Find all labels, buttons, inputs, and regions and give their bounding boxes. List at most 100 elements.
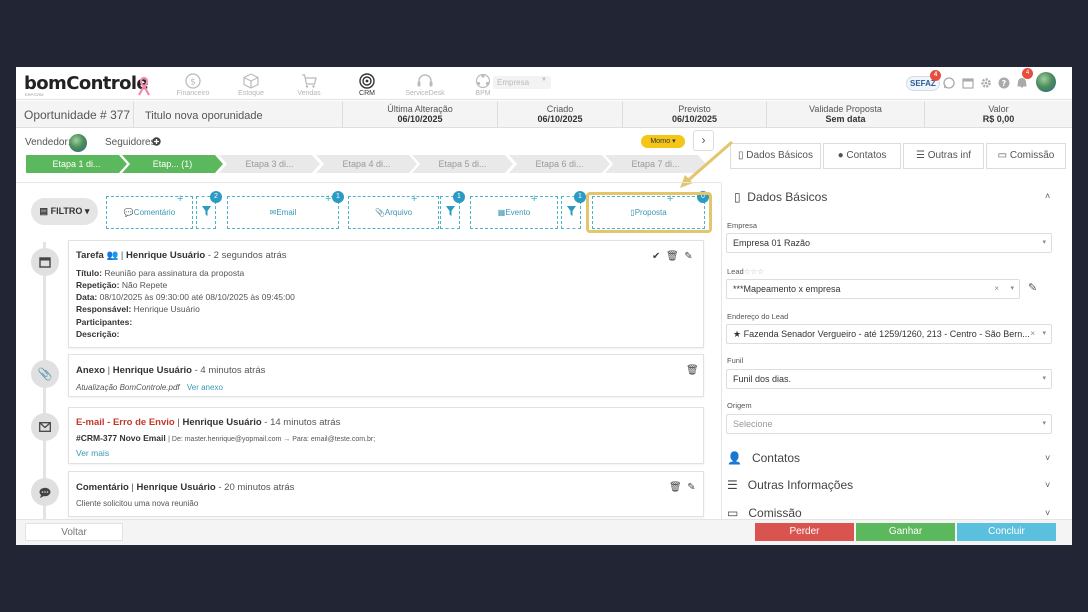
seller-avatar[interactable] bbox=[69, 134, 87, 152]
stage-2[interactable]: Etap... (1) bbox=[122, 155, 223, 173]
email-card: E-mail - Erro de Envio | Henrique Usuári… bbox=[68, 407, 704, 464]
add-email-button[interactable]: + ✉Email 1 bbox=[227, 191, 344, 229]
edit-icon[interactable]: ✎ bbox=[684, 251, 692, 262]
brand-logo[interactable]: bomControle bbox=[24, 73, 149, 94]
trash-icon[interactable]: 🗑 bbox=[669, 482, 682, 493]
validity-cell[interactable]: Validade Proposta Sem data bbox=[767, 101, 925, 128]
comment-type: Comentário bbox=[76, 482, 129, 493]
task-field: Data: 08/10/2025 às 09:30:00 até 08/10/2… bbox=[76, 292, 295, 302]
module-estoque[interactable]: Estoque bbox=[222, 67, 280, 100]
stage-4[interactable]: Etapa 4 di... bbox=[316, 155, 417, 173]
email-time: - 14 minutos atrás bbox=[264, 417, 341, 428]
chevron-down-icon[interactable]: ˅ bbox=[1045, 480, 1050, 490]
tab-contatos[interactable]: ● Contatos bbox=[823, 143, 901, 169]
help-icon[interactable]: ? bbox=[998, 77, 1010, 89]
add-file-button[interactable]: + 📎Arquivo bbox=[348, 194, 439, 229]
user-icon: 👤 bbox=[727, 451, 742, 465]
stage-3[interactable]: Etapa 3 di... bbox=[219, 155, 320, 173]
filter-button[interactable]: ▤ FILTRO ▾ bbox=[31, 198, 98, 225]
expected-value: 06/10/2025 bbox=[671, 114, 718, 124]
address-field[interactable]: ★ Fazenda Senador Vergueiro - até 1259/1… bbox=[726, 324, 1052, 344]
add-event-button[interactable]: + ▦Evento bbox=[470, 193, 558, 229]
task-card-header: Tarefa 👥 | Henrique Usuário - 2 segundos… bbox=[76, 250, 287, 261]
module-vendas[interactable]: Vendas bbox=[280, 67, 338, 100]
comment-timeline-icon bbox=[31, 478, 59, 506]
caret-down-icon: ▾ bbox=[1010, 285, 1014, 292]
funnel-field[interactable]: Funil dos dias. ▾ bbox=[726, 369, 1052, 389]
stage-5[interactable]: Etapa 5 di... bbox=[412, 155, 513, 173]
gear-icon[interactable] bbox=[980, 77, 992, 89]
clear-icon[interactable]: × bbox=[1030, 329, 1035, 338]
filter-files-button[interactable]: 1 bbox=[440, 191, 465, 229]
module-servicedesk[interactable]: ServiceDesk bbox=[396, 67, 454, 100]
email-user: Henrique Usuário bbox=[182, 417, 262, 428]
module-crm[interactable]: CRM bbox=[338, 67, 396, 100]
comment-icon bbox=[39, 487, 51, 498]
chevron-up-icon[interactable]: ˄ bbox=[1045, 191, 1050, 201]
value-cell[interactable]: Valor R$ 0,00 bbox=[925, 101, 1072, 128]
origin-field[interactable]: Selecione ▾ bbox=[726, 414, 1052, 434]
attachment-user: Henrique Usuário bbox=[112, 365, 192, 376]
filter-events-button[interactable]: 1 bbox=[561, 191, 586, 229]
network-icon bbox=[475, 73, 491, 89]
followers-label: Seguidores: bbox=[105, 137, 159, 148]
filter-comments-button[interactable]: 2 bbox=[196, 191, 222, 229]
bottom-action-bar: Voltar Perder Ganhar Concluir bbox=[16, 519, 1072, 545]
dollar-icon: $ bbox=[185, 73, 201, 89]
stage-6[interactable]: Etapa 6 di... bbox=[509, 155, 610, 173]
chevron-down-icon[interactable]: ˅ bbox=[1045, 453, 1050, 463]
basic-data-header[interactable]: ▯ Dados Básicos bbox=[734, 190, 827, 204]
tab-comissao[interactable]: ▭ Comissão bbox=[986, 143, 1066, 169]
trash-icon[interactable]: 🗑 bbox=[666, 251, 679, 262]
calendar-icon[interactable] bbox=[962, 77, 974, 89]
contacts-section-header[interactable]: 👤 Contatos bbox=[727, 451, 800, 465]
people-row: Vendedor: Seguidores: bbox=[16, 129, 721, 153]
tab-outras-inf[interactable]: ☰ Outras inf bbox=[903, 143, 984, 169]
value-amount: R$ 0,00 bbox=[982, 114, 1015, 124]
task-field: Título: Reunião para assinatura da propo… bbox=[76, 268, 245, 278]
email-see-more-link[interactable]: Ver mais bbox=[76, 448, 109, 458]
tab-dados-basicos[interactable]: ▯ Dados Básicos bbox=[730, 143, 821, 169]
view-attachment-link[interactable]: Ver anexo bbox=[187, 383, 223, 392]
company-field-value: Empresa 01 Razão bbox=[733, 238, 811, 248]
star-rating-icon[interactable]: ☆☆☆ bbox=[744, 267, 764, 276]
edit-lead-icon[interactable]: ✎ bbox=[1028, 281, 1037, 294]
edit-icon[interactable]: ✎ bbox=[687, 482, 695, 493]
other-info-section-header[interactable]: ☰ Outras Informações bbox=[727, 478, 853, 492]
comment-time: - 20 minutos atrás bbox=[218, 482, 295, 493]
back-button[interactable]: Voltar bbox=[25, 523, 123, 541]
stage-1[interactable]: Etapa 1 di... bbox=[26, 155, 127, 173]
whatsapp-icon[interactable] bbox=[943, 77, 955, 89]
validity-label: Validade Proposta bbox=[809, 104, 882, 114]
lose-button[interactable]: Perder bbox=[755, 523, 854, 541]
company-select[interactable]: Empresa ▼ bbox=[493, 76, 551, 89]
svg-text:?: ? bbox=[1002, 79, 1007, 88]
module-label: Estoque bbox=[238, 90, 264, 97]
validity-value: Sem data bbox=[825, 114, 866, 124]
finish-button[interactable]: Concluir bbox=[957, 523, 1056, 541]
add-comment-button[interactable]: + 💬Comentário bbox=[106, 194, 193, 229]
add-follower-icon[interactable] bbox=[152, 137, 161, 146]
caret-down-icon: ▾ bbox=[1042, 420, 1046, 427]
funnel-icon bbox=[566, 206, 576, 216]
caret-down-icon: ▾ bbox=[1042, 330, 1046, 337]
origin-field-label: Origem bbox=[727, 401, 752, 410]
trash-icon[interactable]: 🗑 bbox=[686, 365, 699, 376]
filter-label: FILTRO bbox=[50, 206, 83, 216]
plus-icon: + bbox=[531, 193, 538, 205]
opportunity-title-cell[interactable]: Titulo nova oporunidade bbox=[134, 101, 343, 128]
star-icon: ★ bbox=[733, 329, 742, 339]
check-icon[interactable]: ✔ bbox=[652, 251, 660, 262]
task-field: Responsável: Henrique Usuário bbox=[76, 304, 200, 314]
sefaz-button[interactable]: SEFAZ 4 bbox=[906, 70, 941, 91]
chevron-down-icon[interactable]: ˅ bbox=[1045, 508, 1050, 518]
company-field[interactable]: Empresa 01 Razão ▾ bbox=[726, 233, 1052, 253]
task-field: Participantes: bbox=[76, 317, 133, 327]
win-button[interactable]: Ganhar bbox=[856, 523, 955, 541]
user-avatar[interactable] bbox=[1036, 72, 1056, 92]
commission-section-header[interactable]: ▭ Comissão bbox=[727, 506, 802, 520]
module-financeiro[interactable]: $ Financeiro bbox=[164, 67, 222, 100]
lead-field[interactable]: ***Mapeamento x empresa × ▾ bbox=[726, 279, 1020, 299]
clear-icon[interactable]: × bbox=[994, 284, 999, 293]
expected-cell[interactable]: Previsto 06/10/2025 bbox=[623, 101, 767, 128]
